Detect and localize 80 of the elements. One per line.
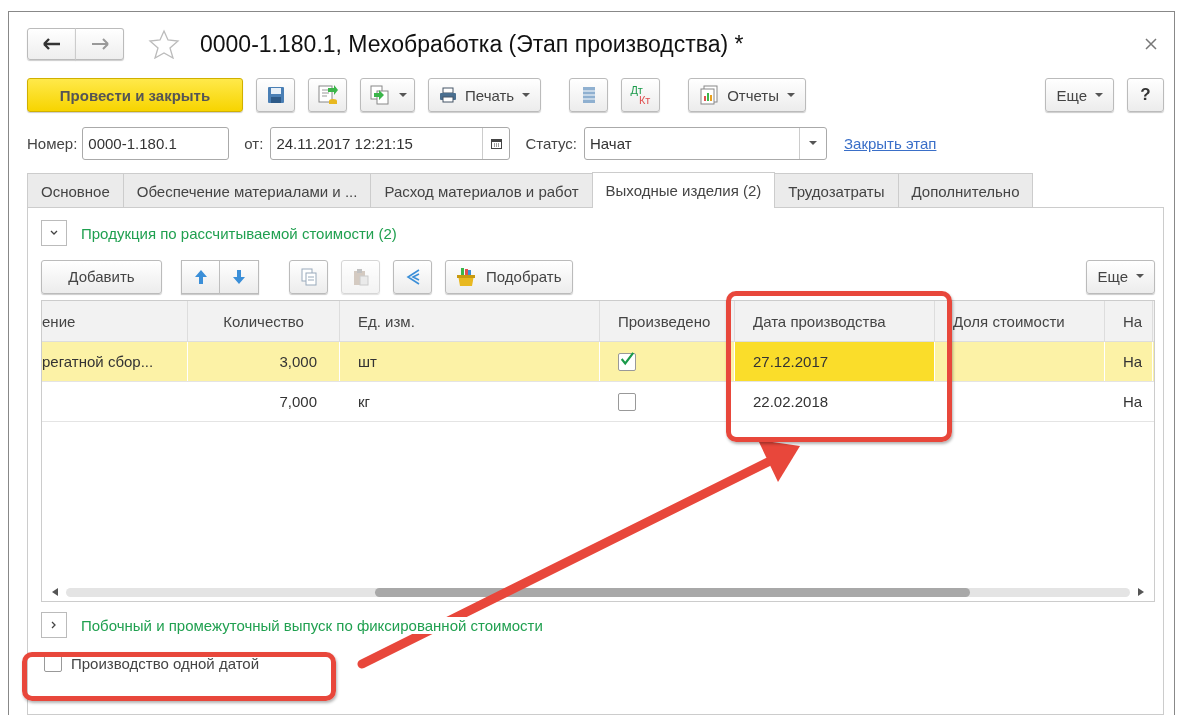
forward-arrow-icon: [90, 38, 109, 50]
list-button[interactable]: [569, 78, 609, 112]
close-stage-link[interactable]: Закрыть этап: [844, 135, 937, 152]
help-button[interactable]: ?: [1127, 78, 1164, 112]
more-button[interactable]: Еще: [1086, 259, 1155, 294]
caret-icon: [522, 92, 531, 98]
tab[interactable]: Дополнительно: [897, 173, 1034, 208]
create-based-button[interactable]: [360, 78, 415, 112]
pick-button[interactable]: Подобрать: [445, 259, 573, 294]
column-header[interactable]: Количество: [188, 301, 340, 341]
structure-button[interactable]: [393, 259, 432, 294]
caret-icon: [809, 141, 817, 146]
add-button[interactable]: Добавить: [41, 259, 162, 294]
save-button[interactable]: [256, 78, 295, 112]
table-row[interactable]: 7,000 кг 22.02.2018 На: [42, 382, 1154, 422]
list-icon: [581, 85, 596, 105]
reports-button[interactable]: Отчеты: [688, 78, 806, 112]
calendar-icon[interactable]: [490, 138, 502, 149]
column-header[interactable]: На: [1105, 301, 1153, 341]
number-label: Номер:: [27, 135, 78, 152]
section-title[interactable]: Побочный и промежуточный выпуск по фиксированной стоимости: [81, 616, 543, 634]
table-cell: регатной сбор...: [42, 353, 154, 370]
scroll-right-icon[interactable]: [1138, 588, 1144, 596]
column-header[interactable]: Дата производства: [735, 301, 935, 341]
arrow-up-icon: [193, 268, 208, 285]
table-cell: шт: [358, 353, 377, 370]
tab[interactable]: Трудозатраты: [774, 173, 899, 208]
post-button[interactable]: [308, 78, 347, 112]
document-arrow-icon: [316, 84, 339, 106]
move-up-button[interactable]: [181, 259, 220, 294]
documents-arrow-icon: [368, 84, 391, 106]
star-icon[interactable]: [148, 29, 180, 59]
table-cell: 7,000: [279, 393, 317, 410]
tab[interactable]: Обеспечение материалами и ...: [122, 173, 372, 208]
tab[interactable]: Расход материалов и работ: [370, 173, 593, 208]
scroll-left-icon[interactable]: [52, 588, 58, 596]
print-button[interactable]: Печать: [428, 78, 542, 112]
window-title: 0000-1.180.1, Мехобработка (Этап производства) *: [200, 30, 744, 58]
produced-checkbox[interactable]: [618, 392, 636, 411]
move-down-button[interactable]: [220, 259, 259, 294]
column-header[interactable]: Ед. изм.: [340, 301, 600, 341]
date-label: от:: [244, 135, 264, 152]
back-button[interactable]: [27, 28, 76, 60]
number-field[interactable]: 0000-1.180.1: [82, 127, 230, 160]
status-label: Статус:: [525, 135, 577, 152]
caret-icon: [1095, 92, 1103, 98]
arrow-down-icon: [232, 268, 246, 285]
box-icon: [456, 266, 476, 287]
tab[interactable]: Выходные изделия (2): [591, 172, 776, 208]
status-dropdown[interactable]: Начат: [584, 127, 827, 160]
copy-icon: [299, 267, 318, 286]
checkbox-label[interactable]: Производство одной датой: [71, 654, 260, 672]
printer-icon: [439, 87, 457, 103]
date-cell[interactable]: 27.12.2017: [735, 342, 935, 381]
copy-button[interactable]: [289, 259, 328, 294]
tab[interactable]: Основное: [27, 173, 124, 208]
back-arrow-icon: [42, 38, 61, 50]
post-and-close-button[interactable]: Провести и закрыть: [27, 78, 243, 112]
collapse-toggle[interactable]: [41, 220, 67, 246]
column-header[interactable]: Доля стоимости: [935, 301, 1105, 341]
more-button[interactable]: Еще: [1045, 78, 1114, 112]
date-field[interactable]: 24.11.2017 12:21:15: [270, 127, 511, 160]
column-header[interactable]: ение: [42, 301, 188, 341]
table-cell: На: [1123, 393, 1143, 410]
date-cell[interactable]: 22.02.2018: [735, 382, 935, 421]
caret-icon: [787, 92, 795, 98]
caret-icon: [1136, 274, 1144, 279]
journal-entries-button[interactable]: Дт Кт: [621, 78, 661, 112]
clipboard-icon: [351, 267, 370, 286]
caret-icon: [398, 92, 407, 98]
table-cell: 3,000: [279, 353, 317, 370]
table-cell: кг: [358, 393, 371, 410]
scrollbar-thumb[interactable]: [374, 587, 971, 597]
report-chart-icon: [699, 85, 720, 105]
produced-checkbox[interactable]: [618, 352, 636, 371]
column-header[interactable]: Произведено: [600, 301, 735, 341]
table-row[interactable]: регатной сбор... 3,000 шт 27.12.2017 На: [42, 342, 1154, 382]
table-cell: На: [1123, 353, 1143, 370]
close-icon[interactable]: [1144, 37, 1158, 51]
expand-toggle[interactable]: [41, 612, 67, 638]
